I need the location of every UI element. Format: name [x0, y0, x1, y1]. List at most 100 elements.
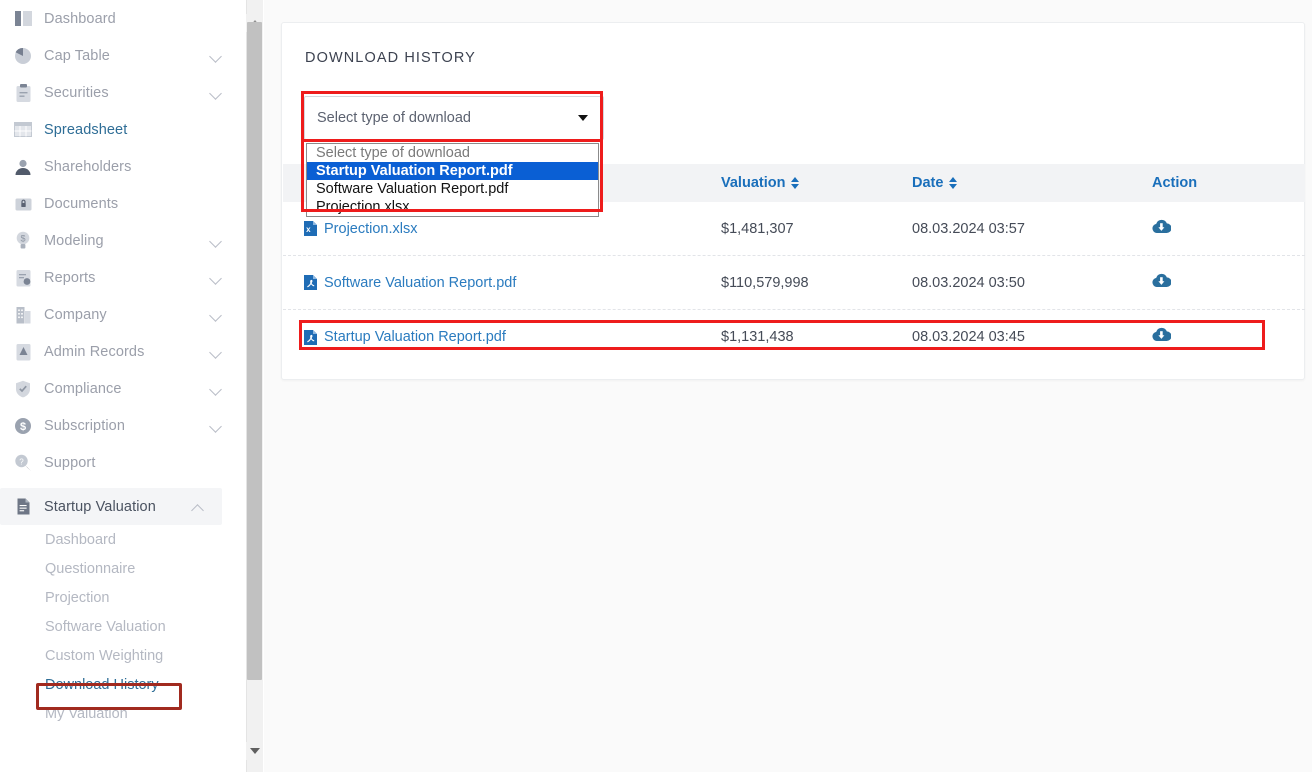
svg-text:?: ? [19, 458, 24, 467]
sidebar-item-label: Support [44, 454, 96, 471]
download-type-options-list[interactable]: Select type of download Startup Valuatio… [306, 143, 599, 217]
sidebar-subitem-questionnaire[interactable]: Questionnaire [0, 554, 240, 583]
chevron-down-icon[interactable] [209, 271, 222, 285]
building-icon [12, 304, 34, 326]
sidebar-item-label: Reports [44, 269, 96, 286]
table-row: Software Valuation Report.pdf $110,579,9… [283, 256, 1305, 310]
sort-toggle-icon[interactable] [791, 176, 800, 190]
sidebar-subitem-label: Dashboard [45, 531, 116, 548]
sidebar-subitem-software-valuation[interactable]: Software Valuation [0, 612, 240, 641]
sidebar-item-compliance[interactable]: Compliance [0, 370, 240, 407]
svg-text:$: $ [20, 234, 25, 244]
sidebar-item-cap-table[interactable]: Cap Table [0, 37, 240, 74]
file-link[interactable]: Startup Valuation Report.pdf [304, 329, 721, 345]
sidebar-item-label: Cap Table [44, 47, 110, 64]
svg-text:x: x [306, 225, 311, 234]
xlsx-file-icon: x [304, 221, 317, 236]
sidebar-subitem-custom-weighting[interactable]: Custom Weighting [0, 641, 240, 670]
sidebar-subitem-projection[interactable]: Projection [0, 583, 240, 612]
sidebar-item-label: Dashboard [44, 10, 116, 27]
pie-chart-icon [12, 45, 34, 67]
sidebar-item-label: Company [44, 306, 107, 323]
sort-toggle-icon[interactable] [949, 176, 958, 190]
chevron-down-icon[interactable] [209, 86, 222, 100]
sidebar-item-documents[interactable]: Documents [0, 185, 240, 222]
sidebar-subitem-my-valuation[interactable]: My Valuation [0, 699, 240, 728]
scrollbar-down-button[interactable] [246, 742, 263, 760]
sidebar-subitem-dashboard[interactable]: Dashboard [0, 525, 240, 554]
sidebar-subitem-label: Download History [45, 676, 159, 693]
download-cloud-icon[interactable] [1152, 273, 1171, 288]
file-name-label: Software Valuation Report.pdf [324, 274, 517, 291]
cell-action [1152, 327, 1302, 347]
lock-folder-icon [12, 193, 34, 215]
sidebar-item-shareholders[interactable]: Shareholders [0, 148, 240, 185]
clipboard-icon [12, 82, 34, 104]
sidebar-subitem-label: My Valuation [45, 705, 128, 722]
download-cloud-icon[interactable] [1152, 219, 1171, 234]
column-header-date-label: Date [912, 175, 944, 191]
chevron-down-icon[interactable] [209, 382, 222, 396]
cell-file-name: x Projection.xlsx [283, 221, 721, 237]
sidebar-item-subscription[interactable]: $ Subscription [0, 407, 240, 444]
column-header-action: Action [1152, 175, 1198, 191]
sidebar-item-label: Compliance [44, 380, 122, 397]
admin-records-icon [12, 341, 34, 363]
sidebar-group-startup-valuation[interactable]: Startup Valuation [0, 488, 222, 525]
cell-valuation: $110,579,998 [721, 274, 809, 291]
sidebar-item-label: Modeling [44, 232, 104, 249]
cell-date: 08.03.2024 03:57 [912, 220, 1025, 237]
sidebar-item-modeling[interactable]: $ Modeling [0, 222, 240, 259]
chevron-up-icon[interactable] [191, 503, 204, 517]
sidebar-subitem-label: Questionnaire [45, 560, 136, 577]
shield-check-icon [12, 378, 34, 400]
download-cloud-icon[interactable] [1152, 327, 1171, 342]
download-type-select[interactable]: Select type of download [304, 96, 604, 140]
select-trigger[interactable]: Select type of download [304, 96, 604, 140]
sidebar-subitem-download-history[interactable]: Download History [0, 670, 240, 699]
chevron-down-icon[interactable] [209, 49, 222, 63]
cell-action [1152, 219, 1302, 239]
page-title: DOWNLOAD HISTORY [305, 50, 476, 66]
sidebar-item-securities[interactable]: Securities [0, 74, 240, 111]
sidebar-item-support[interactable]: ? Support [0, 444, 240, 481]
chevron-down-icon[interactable] [209, 345, 222, 359]
table-grid-icon [12, 119, 34, 141]
cell-file-name: Startup Valuation Report.pdf [283, 329, 721, 345]
report-icon [12, 267, 34, 289]
select-value: Select type of download [317, 110, 471, 126]
select-option-selected[interactable]: Startup Valuation Report.pdf [307, 162, 598, 180]
select-option[interactable]: Software Valuation Report.pdf [307, 180, 598, 198]
chevron-down-icon[interactable] [209, 308, 222, 322]
column-header-valuation[interactable]: Valuation [721, 175, 912, 191]
sidebar-item-reports[interactable]: Reports [0, 259, 240, 296]
sidebar-group-label: Startup Valuation [44, 498, 156, 515]
support-chat-icon: ? [12, 452, 34, 474]
sidebar-scrollbar-thumb[interactable] [247, 22, 262, 680]
pdf-file-icon [304, 329, 317, 345]
chevron-down-icon [578, 115, 588, 121]
pdf-file-icon [304, 275, 317, 290]
cell-valuation: $1,131,438 [721, 329, 794, 345]
lightbulb-icon: $ [12, 230, 34, 252]
sidebar-item-label: Admin Records [44, 343, 145, 360]
select-option[interactable]: Projection.xlsx [307, 198, 598, 216]
sidebar-item-company[interactable]: Company [0, 296, 240, 333]
table-row: Startup Valuation Report.pdf $1,131,438 … [283, 310, 1305, 364]
chevron-down-icon[interactable] [209, 419, 222, 433]
sidebar-item-label: Securities [44, 84, 109, 101]
svg-text:$: $ [20, 421, 26, 433]
sidebar: Dashboard Cap Table Securities Spreadshe… [0, 0, 240, 772]
column-header-date[interactable]: Date [912, 175, 1152, 191]
sidebar-item-label: Documents [44, 195, 119, 212]
file-link[interactable]: x Projection.xlsx [304, 221, 721, 237]
chevron-down-icon[interactable] [209, 234, 222, 248]
file-name-label: Projection.xlsx [324, 220, 418, 237]
file-link[interactable]: Software Valuation Report.pdf [304, 275, 721, 291]
sidebar-subitem-label: Software Valuation [45, 618, 166, 635]
column-header-valuation-label: Valuation [721, 175, 786, 191]
select-option[interactable]: Select type of download [307, 144, 598, 162]
sidebar-item-admin-records[interactable]: Admin Records [0, 333, 240, 370]
sidebar-item-spreadsheet[interactable]: Spreadsheet [0, 111, 240, 148]
sidebar-item-dashboard[interactable]: Dashboard [0, 0, 240, 37]
